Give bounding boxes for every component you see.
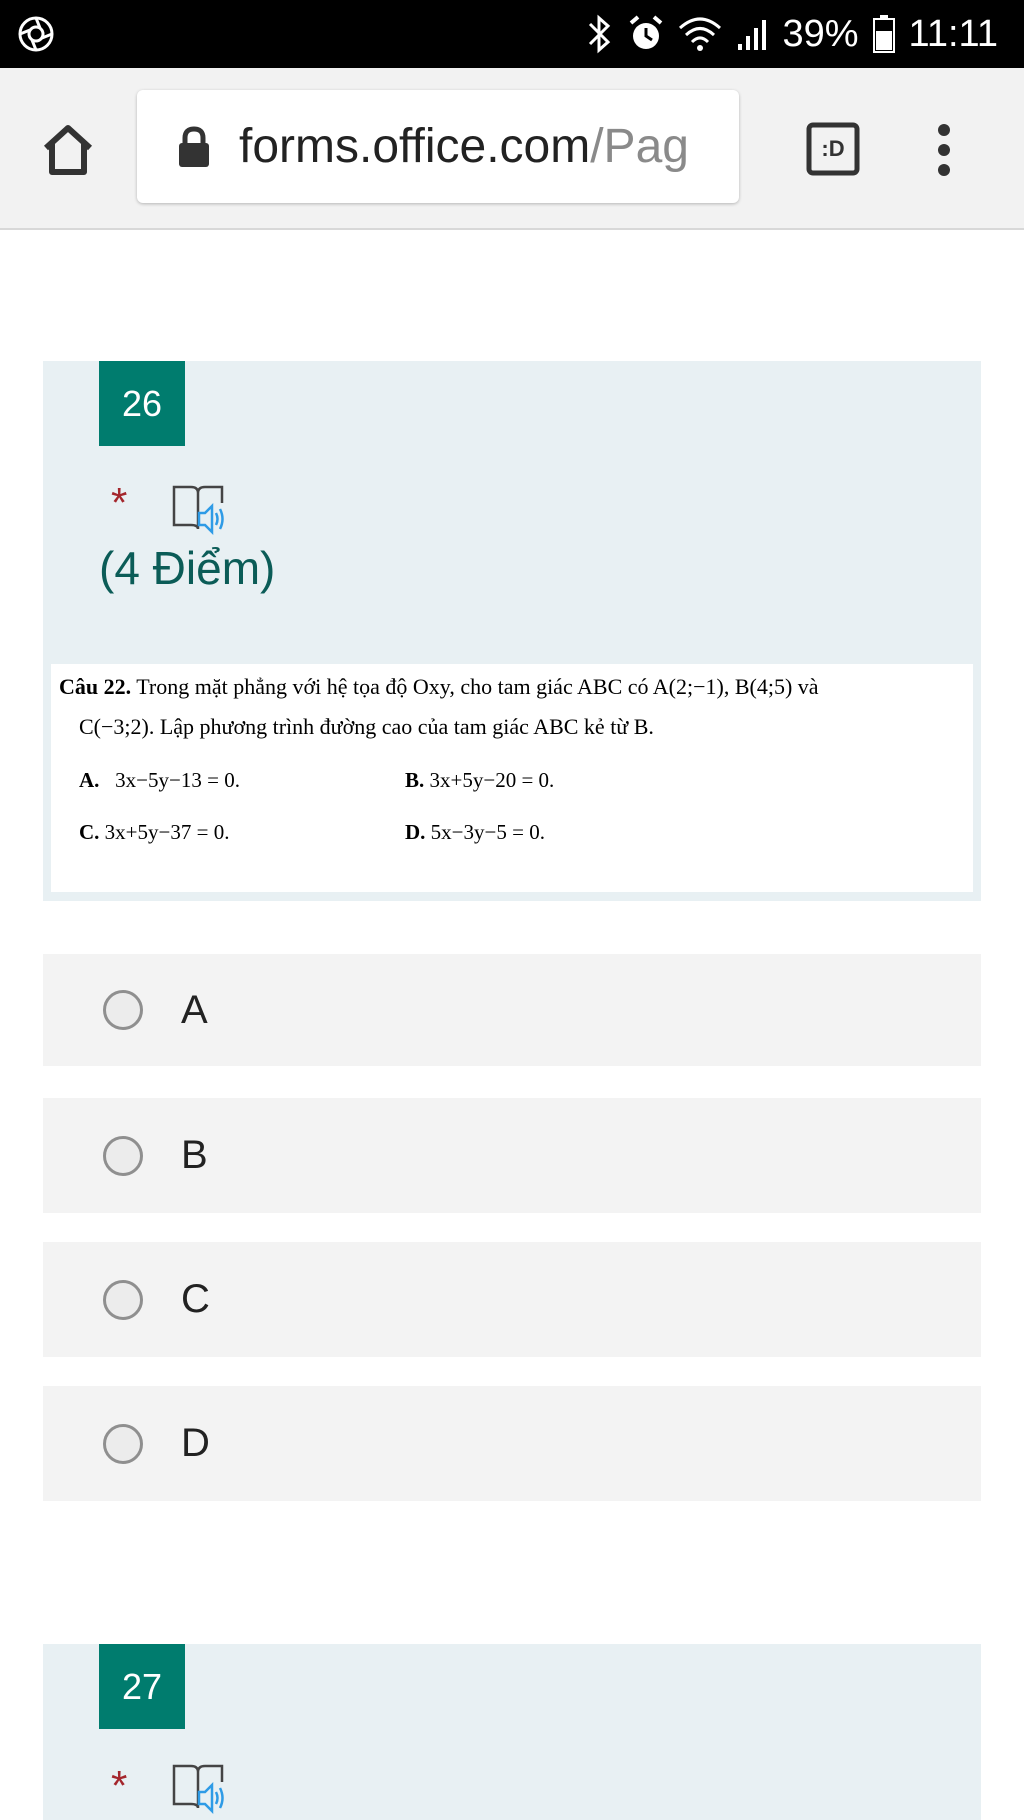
app-status-icon: [16, 14, 56, 54]
radio-button[interactable]: [103, 1279, 143, 1320]
signal-icon: [736, 14, 768, 54]
alarm-icon: [628, 14, 664, 54]
question-number: 27: [99, 1644, 185, 1729]
battery-percent: 39%: [782, 12, 859, 55]
home-icon: [43, 125, 93, 175]
immersive-reader-icon[interactable]: [171, 483, 229, 536]
tab-switcher-label: :D: [821, 136, 845, 161]
more-menu-button[interactable]: [932, 120, 956, 180]
choice-label: C: [181, 1277, 210, 1321]
question-line-1: Câu 22. Trong mặt phẳng với hệ tọa độ Ox…: [59, 674, 819, 700]
question-label: Câu 22.: [59, 674, 132, 699]
choice-b[interactable]: B: [43, 1098, 981, 1213]
question-points: (4 Điểm): [99, 542, 276, 594]
clock: 11:11: [908, 12, 998, 55]
radio-button[interactable]: [103, 1135, 143, 1176]
question-text-1: Trong mặt phẳng với hệ tọa độ Oxy, cho t…: [131, 674, 819, 699]
question-card: 26 * (4 Điểm) Câu 22. Trong mặt phẳng vớ…: [43, 361, 981, 901]
wifi-icon: [678, 14, 722, 54]
question-card: 27 *: [43, 1644, 981, 1820]
question-line-2: C(−3;2). Lập phương trình đường cao của …: [79, 714, 654, 739]
tab-switcher-button[interactable]: :D: [806, 122, 860, 176]
bluetooth-icon: [586, 14, 614, 54]
lock-icon: [179, 125, 209, 167]
more-menu-icon: [938, 124, 950, 176]
url-domain: forms.office.com: [239, 120, 591, 173]
browser-toolbar: forms.office.com/Pag :D: [0, 68, 1024, 230]
choice-c[interactable]: C: [43, 1242, 981, 1357]
choice-a[interactable]: A: [43, 954, 981, 1066]
url-path: /Pag: [590, 120, 689, 173]
image-option-b: B. 3x+5y−20 = 0.: [405, 768, 555, 792]
radio-button[interactable]: [103, 990, 143, 1030]
choice-d[interactable]: D: [43, 1386, 981, 1501]
status-bar: 39% 11:11: [0, 0, 1024, 68]
choice-label: A: [181, 987, 208, 1032]
required-marker: *: [111, 1762, 128, 1809]
question-number: 26: [99, 361, 185, 446]
home-button[interactable]: [38, 120, 98, 180]
url-text: forms.office.com/Pag: [239, 119, 689, 174]
radio-button[interactable]: [103, 1423, 143, 1464]
question-image: Câu 22. Trong mặt phẳng với hệ tọa độ Ox…: [51, 664, 973, 892]
image-option-d: D. 5x−3y−5 = 0.: [405, 820, 545, 844]
image-option-a: A. 3x−5y−13 = 0.: [79, 768, 240, 792]
battery-icon: [872, 15, 895, 53]
image-option-c: C. 3x+5y−37 = 0.: [79, 820, 230, 844]
address-bar[interactable]: forms.office.com/Pag: [137, 90, 739, 203]
choice-label: D: [181, 1421, 210, 1465]
required-marker: *: [111, 479, 128, 526]
choice-label: B: [181, 1133, 208, 1177]
immersive-reader-icon[interactable]: [171, 1762, 229, 1815]
